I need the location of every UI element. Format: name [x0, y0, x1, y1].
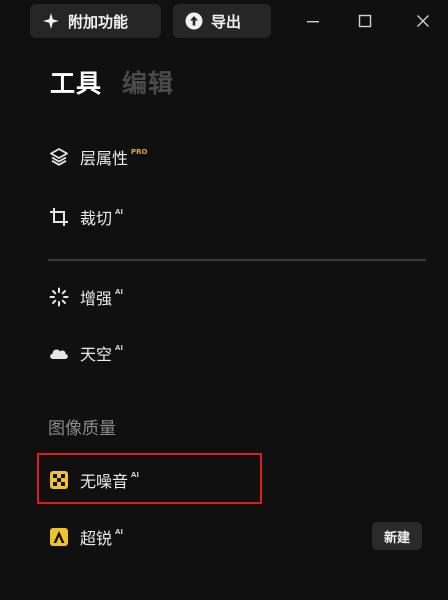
sparkle-icon — [42, 12, 60, 30]
tool-denoise[interactable]: 无噪音 AI — [48, 465, 139, 495]
tool-enhance[interactable]: 增强 AI — [48, 282, 123, 312]
tool-layer-properties[interactable]: 层属性 PRO — [48, 142, 148, 172]
section-title-image-quality: 图像质量 — [48, 419, 116, 439]
tool-sky[interactable]: 天空 AI — [48, 338, 123, 368]
addons-button[interactable]: 附加功能 — [30, 4, 161, 38]
tools-panel: 附加功能 导出 工具 编辑 层属性 PRO 裁切 AI 增强 AI 天空 AI … — [0, 0, 448, 600]
cloud-icon — [48, 342, 70, 364]
export-button[interactable]: 导出 — [173, 4, 271, 38]
maximize-button[interactable] — [352, 8, 378, 34]
addons-label: 附加功能 — [68, 12, 129, 31]
crop-icon — [48, 206, 70, 228]
denoise-icon — [48, 469, 70, 491]
title-bar: 附加功能 导出 — [0, 0, 448, 42]
tool-crop[interactable]: 裁切 AI — [48, 202, 123, 232]
minimize-button[interactable] — [300, 8, 326, 34]
close-button[interactable] — [410, 8, 436, 34]
tool-label: 超锐 — [80, 529, 113, 548]
supersharp-icon — [48, 526, 70, 548]
tab-edit[interactable]: 编辑 — [122, 64, 174, 100]
ai-badge: AI — [115, 528, 124, 536]
ai-badge: AI — [131, 471, 140, 479]
close-icon — [417, 15, 429, 27]
ai-badge: AI — [115, 288, 124, 296]
tab-tools[interactable]: 工具 — [50, 64, 102, 100]
tool-label: 天空 — [80, 345, 113, 364]
new-button[interactable]: 新建 — [372, 522, 422, 550]
ai-badge: AI — [115, 344, 124, 352]
tool-label: 增强 — [80, 289, 113, 308]
tool-label: 无噪音 — [80, 472, 129, 491]
layers-icon — [48, 146, 70, 168]
export-label: 导出 — [211, 12, 242, 31]
pro-badge: PRO — [131, 148, 148, 156]
tool-supersharp[interactable]: 超锐 AI — [48, 522, 123, 552]
tool-label: 层属性 — [80, 149, 129, 168]
minimize-icon — [307, 21, 319, 23]
ai-badge: AI — [115, 208, 124, 216]
tab-bar: 工具 编辑 — [50, 64, 174, 100]
upload-icon — [185, 12, 203, 30]
maximize-icon — [358, 14, 372, 28]
sparkle-burst-icon — [48, 286, 70, 308]
tool-label: 裁切 — [80, 209, 113, 228]
divider — [48, 259, 426, 261]
